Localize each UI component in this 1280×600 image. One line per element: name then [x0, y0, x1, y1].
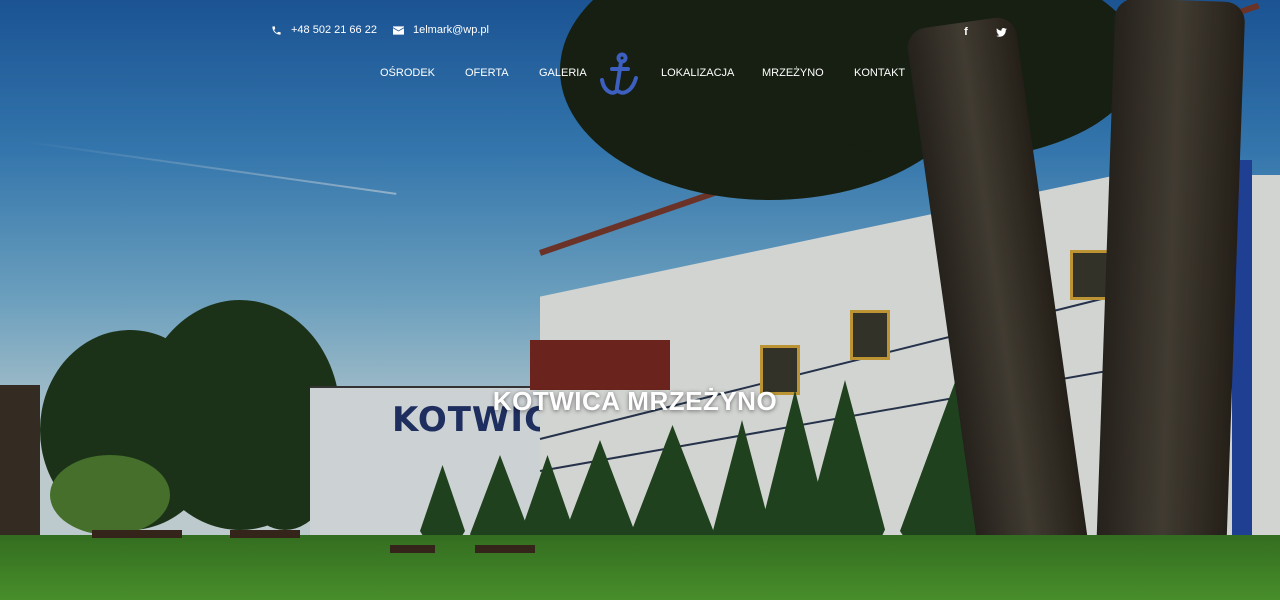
hero-background-photo: KOTWICA: [0, 0, 1280, 600]
phone-number: +48 502 21 66 22: [291, 24, 377, 36]
facebook-icon[interactable]: f: [959, 24, 973, 40]
phone-link[interactable]: +48 502 21 66 22: [270, 24, 377, 36]
hero-dark-overlay: [0, 0, 1280, 600]
nav-item-galeria[interactable]: GALERIA: [539, 67, 587, 79]
nav-item-mrzezyno[interactable]: MRZEŻYNO: [762, 67, 824, 79]
email-address: 1elmark@wp.pl: [413, 24, 489, 36]
phone-icon: [270, 24, 282, 36]
anchor-icon[interactable]: [598, 52, 640, 98]
nav-item-oferta[interactable]: OFERTA: [465, 67, 509, 79]
envelope-icon: [392, 24, 404, 36]
nav-item-lokalizacja[interactable]: LOKALIZACJA: [661, 67, 734, 79]
twitter-icon[interactable]: [994, 24, 1008, 40]
nav-item-kontakt[interactable]: KONTAKT: [854, 67, 905, 79]
top-contact-bar: +48 502 21 66 22 1elmark@wp.pl f: [0, 24, 1280, 42]
nav-item-osrodek[interactable]: OŚRODEK: [380, 67, 435, 79]
hero-title: KOTWICA MRZEŻYNO: [492, 386, 778, 416]
email-link[interactable]: 1elmark@wp.pl: [392, 24, 489, 36]
